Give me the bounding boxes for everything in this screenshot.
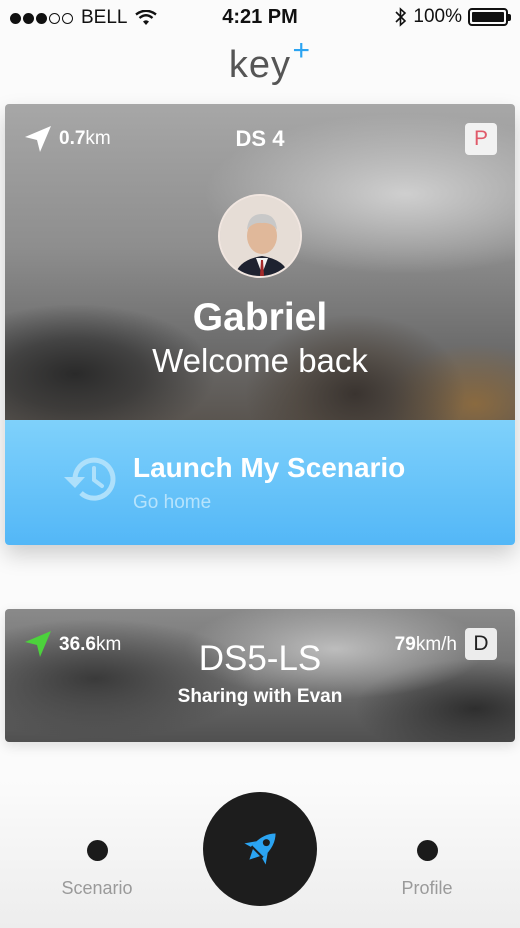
car-model: DS 4: [235, 126, 285, 151]
launch-button[interactable]: [203, 792, 317, 906]
battery-percent: 100%: [413, 6, 462, 27]
welcome-text: Welcome back: [152, 342, 368, 379]
shared-car-card[interactable]: 36.6km DS5-LS Sharing with Evan 79km/h D: [5, 609, 515, 742]
user-name: Gabriel: [192, 296, 328, 339]
battery-icon: [468, 8, 511, 26]
status-bar: BELL 4:21 PM 100%: [0, 0, 520, 34]
tab-scenario[interactable]: Scenario: [37, 840, 157, 899]
logo-text: key +: [228, 34, 312, 86]
sharing-status: Sharing with Evan: [177, 686, 343, 707]
tab-bar: Scenario Profile: [0, 780, 520, 928]
avatar[interactable]: [218, 194, 302, 278]
tab-label: Scenario: [61, 878, 133, 898]
current-car-card[interactable]: 0.7km DS 4 P Gabriel Welcome back Launch…: [5, 104, 515, 545]
bluetooth-icon: [395, 7, 407, 27]
app-logo: key +: [0, 34, 520, 87]
status-right: 100%: [395, 6, 511, 28]
tab-dot-icon: [416, 840, 438, 861]
tab-label: Profile: [401, 878, 453, 898]
tab-dot-icon: [86, 840, 108, 861]
gear-badge: P: [465, 123, 497, 155]
logo-plus: +: [292, 34, 312, 67]
battery-fill: [472, 12, 504, 22]
launch-scenario-button[interactable]: Launch My Scenario Go home: [5, 420, 515, 545]
rocket-icon: [244, 833, 276, 865]
car-speed: 79km/h: [394, 634, 457, 655]
avatar-portrait-icon: [220, 196, 300, 276]
history-icon: [64, 457, 116, 501]
scenario-title: Launch My Scenario: [133, 452, 406, 483]
tab-profile[interactable]: Profile: [367, 840, 487, 899]
gear-badge: D: [465, 628, 497, 660]
scenario-subtitle: Go home: [133, 492, 212, 513]
